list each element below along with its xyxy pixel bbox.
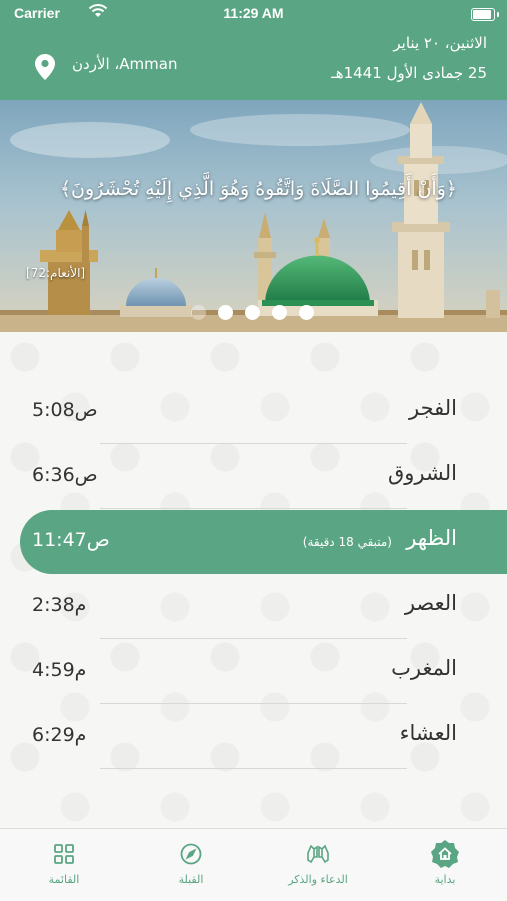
page-dot[interactable] — [191, 305, 206, 320]
app-header: Carrier 11:29 AM الاثنين، ٢٠ يناير 25 جم… — [0, 0, 507, 100]
row-divider — [100, 638, 407, 639]
tab-qibla[interactable]: القبلة — [141, 839, 241, 886]
prayer-name: الظهر — [406, 526, 457, 550]
quran-verse: ﴿وَأَنْ أَقِيمُوا الصَّلَاةَ وَاتَّقُوهُ… — [59, 178, 457, 200]
page-dot[interactable] — [218, 305, 233, 320]
page-dot[interactable] — [299, 305, 314, 320]
prayer-name: الفجر — [409, 396, 457, 420]
prayer-row[interactable]: المغرب 4:59م — [0, 640, 507, 704]
prayer-row[interactable]: الفجر 5:08ص — [0, 380, 507, 444]
prayer-time: 2:38م — [32, 594, 87, 616]
location-pin-icon[interactable] — [35, 54, 55, 84]
tab-bar: القائمة القبلة الدعاء والذكر بداية — [0, 828, 507, 901]
prayer-time: 5:08ص — [32, 399, 98, 421]
tab-home[interactable]: بداية — [395, 839, 495, 886]
prayer-time: 6:29م — [32, 724, 87, 746]
location-label[interactable]: Amman، الأردن — [72, 55, 177, 73]
mosque-illustration — [0, 102, 507, 332]
praying-hands-icon — [268, 839, 368, 869]
hijri-date: 25 جمادى الأول 1441هـ — [331, 64, 487, 82]
prayer-time: 11:47ص — [32, 529, 110, 551]
page-dot[interactable] — [245, 305, 260, 320]
prayer-name: العشاء — [399, 721, 457, 745]
tab-label: بداية — [434, 873, 456, 886]
row-divider — [100, 443, 407, 444]
row-divider — [100, 703, 407, 704]
prayer-times-list: الفجر 5:08ص الشروق 6:36ص الظهر (متبقي 18 دقيق… — [0, 332, 507, 828]
verse-reference: [الأنعام:72] — [26, 266, 86, 280]
tab-label: القائمة — [48, 873, 80, 886]
prayer-name: العصر — [404, 591, 457, 615]
prayer-row[interactable]: الظهر (متبقي 18 دقيقة) 11:47ص — [20, 510, 507, 574]
compass-icon — [141, 839, 241, 869]
row-divider — [100, 768, 407, 769]
page-indicator[interactable] — [191, 305, 314, 320]
prayer-name: المغرب — [391, 656, 457, 680]
verse-banner[interactable]: ﴿وَأَنْ أَقِيمُوا الصَّلَاةَ وَاتَّقُوهُ… — [0, 100, 507, 332]
gregorian-date: الاثنين، ٢٠ يناير — [393, 34, 487, 52]
tab-label: القبلة — [178, 873, 204, 886]
home-icon — [395, 839, 495, 869]
status-time: 11:29 AM — [223, 5, 284, 21]
time-remaining: (متبقي 18 دقيقة) — [302, 535, 392, 549]
prayer-row[interactable]: العصر 2:38م — [0, 575, 507, 639]
prayer-row[interactable]: العشاء 6:29م — [0, 705, 507, 769]
prayer-row[interactable]: الشروق 6:36ص — [0, 445, 507, 509]
tab-dua[interactable]: الدعاء والذكر — [268, 839, 368, 886]
status-bar: Carrier 11:29 AM — [0, 0, 507, 28]
tab-label: الدعاء والذكر — [288, 873, 348, 886]
prayer-time: 6:36ص — [32, 464, 98, 486]
prayer-name: الشروق — [388, 461, 457, 485]
page-dot[interactable] — [272, 305, 287, 320]
prayer-time: 4:59م — [32, 659, 87, 681]
grid-icon — [14, 839, 114, 869]
battery-icon — [471, 8, 499, 21]
row-divider — [100, 508, 407, 509]
tab-menu[interactable]: القائمة — [14, 839, 114, 886]
